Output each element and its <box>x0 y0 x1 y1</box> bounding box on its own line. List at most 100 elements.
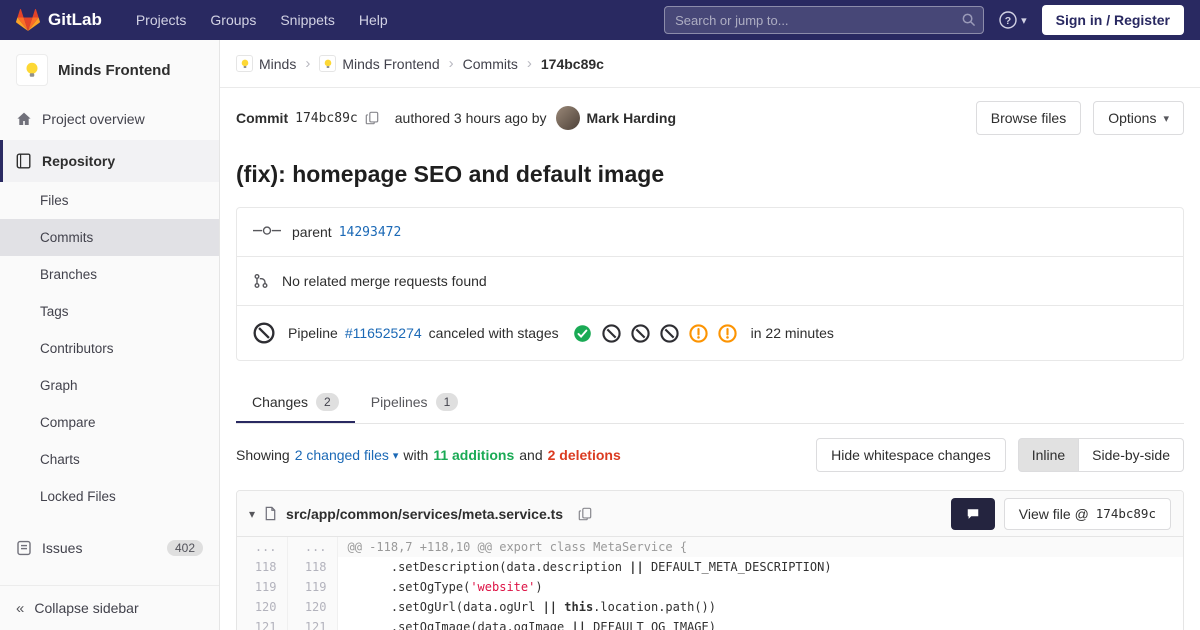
sidebar-item-locked-files[interactable]: Locked Files <box>0 478 219 515</box>
collapse-diff-icon[interactable]: ▾ <box>249 507 255 521</box>
nav-link-groups[interactable]: Groups <box>198 0 268 40</box>
diff-file-card: ▾ src/app/common/services/meta.service.t… <box>236 490 1184 630</box>
tab-label: Pipelines <box>370 394 428 410</box>
breadcrumb-item-commits[interactable]: Commits <box>463 56 518 72</box>
pipeline-canceled-icon <box>253 322 275 344</box>
nav-link-help[interactable]: Help <box>347 0 400 40</box>
repository-icon <box>16 153 32 169</box>
lightbulb-icon <box>236 55 253 72</box>
commit-title: (fix): homepage SEO and default image <box>236 161 665 187</box>
sidebar-item-commits[interactable]: Commits <box>0 219 219 256</box>
breadcrumb-item-minds-frontend[interactable]: Minds Frontend <box>319 55 440 72</box>
pipeline-id-link[interactable]: #116525274 <box>345 325 422 341</box>
diff-table: ...... @@ -118,7 +118,10 @@ export class … <box>237 537 1183 630</box>
merge-request-icon <box>253 273 269 289</box>
tab-pipelines[interactable]: Pipelines 1 <box>355 381 475 423</box>
diff-old-line-number[interactable]: ... <box>237 537 288 557</box>
diff-old-line-number[interactable]: 120 <box>237 597 288 617</box>
pipeline-stage-warning-icon[interactable] <box>688 323 708 343</box>
author-name-link[interactable]: Mark Harding <box>587 110 676 126</box>
options-label: Options <box>1108 110 1157 126</box>
nav-link-snippets[interactable]: Snippets <box>268 0 346 40</box>
diff-row: 120 120 .setOgUrl(data.ogUrl || this.loca… <box>237 597 1183 617</box>
breadcrumb: Minds › Minds Frontend › Commits › 174bc89c <box>220 40 1200 88</box>
parent-sha-link[interactable]: 14293472 <box>339 225 402 240</box>
sign-in-button[interactable]: Sign in / Register <box>1041 5 1184 35</box>
view-file-button[interactable]: View file @ 174bc89c <box>1003 497 1171 530</box>
pipeline-stage-canceled-icon[interactable] <box>630 323 650 343</box>
side-by-side-view-button[interactable]: Side-by-side <box>1078 438 1184 472</box>
pipeline-mini-graph <box>573 323 737 343</box>
sidebar-item-repository[interactable]: Repository <box>0 140 219 182</box>
collapse-icon: « <box>16 599 25 617</box>
collapse-sidebar-button[interactable]: « Collapse sidebar <box>0 585 219 630</box>
tab-changes[interactable]: Changes 2 <box>236 381 355 423</box>
tab-count-badge: 1 <box>435 393 459 411</box>
browse-files-button[interactable]: Browse files <box>975 101 1082 135</box>
search-icon[interactable] <box>961 12 976 27</box>
breadcrumb-label: Commits <box>462 55 518 72</box>
main-content: Minds › Minds Frontend › Commits › 174bc89c Co… <box>220 40 1200 630</box>
sidebar-item-charts[interactable]: Charts <box>0 441 219 478</box>
help-menu-button[interactable]: ? ▾ <box>999 11 1027 29</box>
sidebar-item-files[interactable]: Files <box>0 182 219 219</box>
sidebar-item-label: Project overview <box>42 111 145 127</box>
breadcrumb-item-174bc89c[interactable]: 174bc89c <box>541 56 604 72</box>
pipeline-stage-canceled-icon[interactable] <box>601 323 621 343</box>
sidebar-item-contributors[interactable]: Contributors <box>0 330 219 367</box>
sidebar-item-compare[interactable]: Compare <box>0 404 219 441</box>
search-input[interactable] <box>664 6 985 34</box>
deletions-count: 2 deletions <box>547 447 621 463</box>
author-avatar[interactable] <box>555 106 580 130</box>
diff-file-path[interactable]: src/app/common/services/meta.service.ts <box>286 506 563 522</box>
options-button[interactable]: Options ▾ <box>1093 101 1184 135</box>
diff-code-line: .setOgType('website') <box>347 580 543 594</box>
diff-view-toggle: Inline Side-by-side <box>1017 438 1184 472</box>
no-related-mr-text: No related merge requests found <box>282 273 487 289</box>
pipeline-stage-success-icon[interactable] <box>573 324 592 343</box>
gitlab-home-link[interactable]: GitLab <box>16 8 102 32</box>
diff-new-line-number[interactable]: 119 <box>287 577 338 597</box>
brand-text: GitLab <box>48 10 102 29</box>
diff-code-line: @@ -118,7 +118,10 @@ export class MetaSe… <box>337 537 1183 557</box>
diff-new-line-number[interactable]: 118 <box>287 557 338 577</box>
changed-files-dropdown[interactable]: 2 changed files ▾ <box>295 447 399 463</box>
copy-icon <box>578 507 592 520</box>
chevron-down-icon: ▾ <box>392 449 399 462</box>
diff-code-line: .setOgImage(data.ogImage || DEFAULT_OG_I… <box>347 620 716 630</box>
sidebar-item-issues[interactable]: Issues 402 <box>0 527 219 569</box>
diff-code-line: .setOgUrl(data.ogUrl || this.location.pa… <box>347 600 716 614</box>
pipeline-label: Pipeline <box>288 325 338 341</box>
diff-row: 121 121 .setOgImage(data.ogImage || DEFAU… <box>237 617 1183 630</box>
breadcrumb-item-minds[interactable]: Minds <box>236 55 296 72</box>
diff-old-line-number[interactable]: 119 <box>237 577 288 597</box>
pipeline-stage-canceled-icon[interactable] <box>659 323 679 343</box>
diff-new-line-number[interactable]: ... <box>287 537 338 557</box>
sidebar-item-tags[interactable]: Tags <box>0 293 219 330</box>
nav-link-projects[interactable]: Projects <box>124 0 199 40</box>
copy-file-path-button[interactable] <box>576 505 594 523</box>
parent-row: parent 14293472 <box>237 208 1183 256</box>
issues-count-badge: 402 <box>166 540 203 556</box>
breadcrumb-separator-icon: › <box>305 55 311 72</box>
diff-summary-row: Showing 2 changed files ▾ with 11 additi… <box>236 438 1184 472</box>
project-header[interactable]: Minds Frontend <box>0 40 219 98</box>
diff-old-line-number[interactable]: 118 <box>237 557 288 577</box>
copy-sha-button[interactable] <box>363 109 381 127</box>
diff-code-line: .setDescription(data.description || DEFA… <box>347 560 832 574</box>
diff-old-line-number[interactable]: 121 <box>237 617 288 630</box>
sidebar-item-graph[interactable]: Graph <box>0 367 219 404</box>
diff-new-line-number[interactable]: 120 <box>287 597 338 617</box>
sidebar-item-branches[interactable]: Branches <box>0 256 219 293</box>
diff-file-header: ▾ src/app/common/services/meta.service.t… <box>237 491 1183 537</box>
commit-sha: 174bc89c <box>295 110 358 126</box>
project-sidebar: Minds Frontend Project overview Reposito… <box>0 40 220 630</box>
diff-new-line-number[interactable]: 121 <box>287 617 338 630</box>
commit-label: Commit <box>236 110 289 126</box>
toggle-comments-button[interactable] <box>950 497 995 530</box>
pipeline-stage-warning-icon[interactable] <box>717 323 737 343</box>
primary-nav: Projects Groups Snippets Help <box>124 0 400 40</box>
inline-view-button[interactable]: Inline <box>1017 438 1080 472</box>
sidebar-item-project-overview[interactable]: Project overview <box>0 98 219 140</box>
hide-whitespace-button[interactable]: Hide whitespace changes <box>816 438 1006 472</box>
